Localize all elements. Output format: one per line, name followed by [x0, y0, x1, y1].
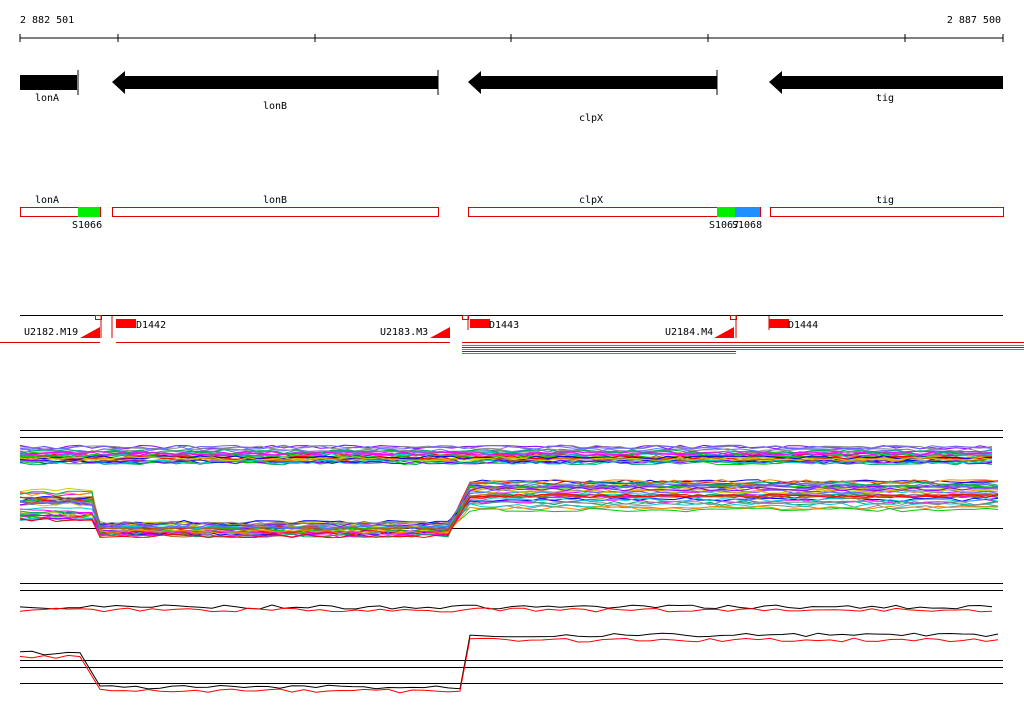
summary-line	[19, 607, 993, 613]
gene-label-tig: tig	[876, 93, 894, 104]
profile-line	[19, 504, 999, 526]
gene-arrow-tig[interactable]	[769, 71, 1003, 94]
feature-track: lonA lonB clpX tig S1066 S1067 S1068	[20, 195, 1004, 231]
probe-track: U2182.M19 U2183.M3 U2184.M4 D1442 D1443 …	[0, 315, 1024, 354]
operon-label-D1443: D1443	[489, 320, 519, 331]
feature-label-S1066: S1066	[72, 220, 102, 231]
coordinate-ruler: 2 882 501 2 887 500	[19, 15, 1004, 42]
probe-triangle-1[interactable]	[80, 327, 100, 338]
gene-lonA[interactable]: lonA	[20, 70, 79, 104]
gene-label-lonA: lonA	[35, 93, 59, 104]
summary-line	[19, 604, 993, 610]
summary-profiles-panel	[19, 583, 1003, 694]
feature-box-lonB[interactable]	[112, 207, 439, 217]
operon-label-D1444: D1444	[788, 320, 818, 331]
gene-arrow-clpX[interactable]	[468, 71, 717, 94]
probe-label-U2183: U2183.M3	[380, 327, 428, 338]
summary-line	[19, 637, 999, 694]
profile-line	[19, 499, 999, 526]
gene-lonB[interactable]: lonB	[112, 70, 439, 112]
summary-profile-lines	[19, 604, 999, 694]
operon-label-D1442: D1442	[136, 320, 166, 331]
feature-label-lonB: lonB	[263, 195, 287, 206]
feature-box-tig[interactable]	[770, 207, 1004, 217]
operon-block-D1442[interactable]	[116, 319, 136, 328]
probe-label-U2184: U2184.M4	[665, 327, 713, 338]
feature-label-clpX: clpX	[579, 195, 603, 206]
summary-line	[19, 632, 999, 690]
feature-block-S1068[interactable]	[735, 207, 760, 217]
transcript-lines	[0, 342, 1024, 354]
feature-label-S1068: S1068	[732, 220, 762, 231]
probe-label-U2182: U2182.M19	[24, 327, 78, 338]
gene-label-lonB: lonB	[263, 101, 287, 112]
feature-label-lonA: lonA	[35, 195, 59, 206]
expression-profiles-panel	[19, 430, 1003, 539]
operon-block-D1444[interactable]	[769, 319, 789, 328]
gene-tig[interactable]: tig	[769, 71, 1003, 104]
ruler-end-label: 2 887 500	[947, 15, 1001, 26]
feature-label-tig: tig	[876, 195, 894, 206]
probe-triangle-3[interactable]	[714, 327, 734, 338]
gene-label-clpX: clpX	[579, 113, 603, 124]
feature-box-clpX[interactable]	[468, 207, 761, 217]
expression-profile-lines	[19, 444, 999, 539]
profile-line	[19, 496, 999, 525]
gene-track: lonA lonB clpX tig	[20, 70, 1003, 124]
gene-clpX[interactable]: clpX	[468, 70, 718, 124]
gene-arrow-lonA[interactable]	[20, 75, 77, 90]
profile-line	[19, 483, 999, 533]
genome-browser-view: 2 882 501 2 887 500 lonA lonB clpX tig l…	[0, 15, 1024, 694]
ruler-start-label: 2 882 501	[20, 15, 74, 26]
probe-triangle-2[interactable]	[430, 327, 450, 338]
feature-block-S1067[interactable]	[717, 207, 735, 217]
gene-arrow-lonB[interactable]	[112, 71, 438, 94]
feature-block-S1066[interactable]	[78, 207, 100, 217]
operon-block-D1443[interactable]	[470, 319, 490, 328]
